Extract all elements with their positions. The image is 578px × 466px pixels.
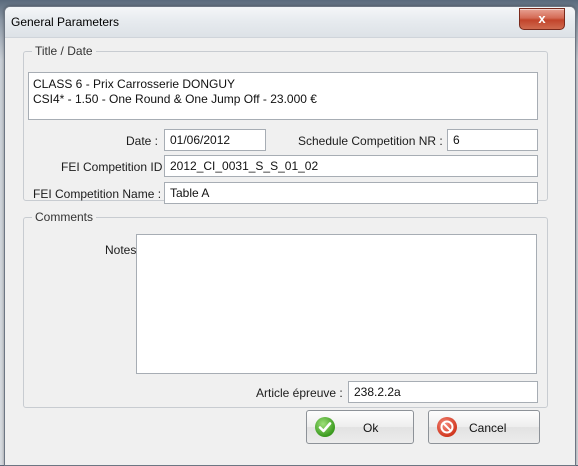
- ok-button[interactable]: Ok: [306, 410, 414, 444]
- fei-competition-id-label: FEI Competition ID :: [61, 160, 170, 174]
- date-label: Date :: [126, 134, 159, 148]
- article-epreuve-field[interactable]: 238.2.2a: [348, 381, 538, 403]
- title-line-2: CSI4* - 1.50 - One Round & One Jump Off …: [33, 92, 317, 106]
- title-date-legend: Title / Date: [35, 44, 93, 58]
- close-button[interactable]: x: [519, 8, 565, 30]
- close-icon: x: [538, 11, 546, 26]
- date-field[interactable]: 01/06/2012: [164, 129, 266, 151]
- check-icon: [315, 417, 335, 437]
- comments-legend: Comments: [35, 210, 94, 224]
- title-line-1: CLASS 6 - Prix Carrosserie DONGUY: [33, 77, 236, 91]
- fei-competition-id-field[interactable]: 2012_CI_0031_S_S_01_02: [164, 155, 538, 177]
- no-entry-icon: [437, 417, 457, 437]
- window-title: General Parameters: [11, 15, 120, 29]
- title-textarea[interactable]: CLASS 6 - Prix Carrosserie DONGUY CSI4* …: [28, 72, 538, 120]
- notes-textarea[interactable]: [136, 234, 537, 374]
- schedule-nr-label: Schedule Competition NR :: [298, 134, 443, 148]
- ok-label: Ok: [363, 421, 379, 435]
- fei-competition-name-field[interactable]: Table A: [164, 182, 538, 204]
- title-date-group: Title / Date: [23, 44, 548, 201]
- fei-competition-name-label: FEI Competition Name :: [33, 187, 162, 201]
- article-epreuve-label: Article épreuve :: [256, 386, 343, 400]
- title-bar: General Parameters x: [5, 7, 575, 38]
- cancel-button[interactable]: Cancel: [428, 410, 540, 444]
- cancel-label: Cancel: [469, 421, 507, 435]
- notes-label: Notes: [105, 243, 137, 257]
- schedule-nr-field[interactable]: 6: [447, 129, 538, 151]
